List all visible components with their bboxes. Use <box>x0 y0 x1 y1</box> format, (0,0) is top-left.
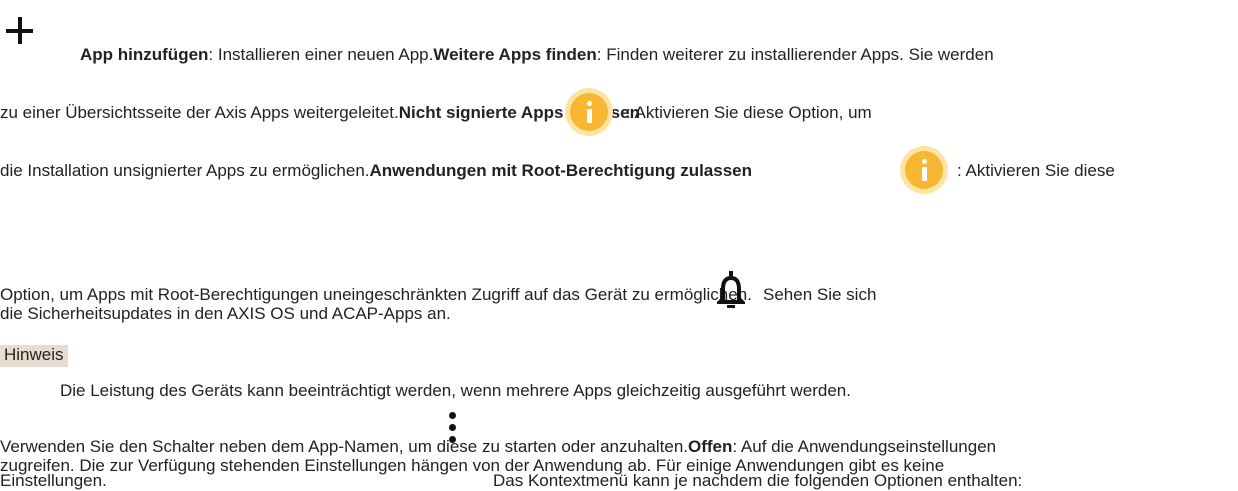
line-root-apps: die Installation unsignierter Apps zu er… <box>0 161 752 181</box>
root-apps-desc: : Aktivieren Sie diese <box>957 161 1115 180</box>
kebab-menu-icon <box>448 412 458 452</box>
context-menu-text: Das Kontextmenü kann je nachdem die folg… <box>493 471 1023 490</box>
find-apps-desc-cont: zu einer Übersichtsseite der Axis Apps w… <box>0 103 399 122</box>
open-desc-end: Einstellungen. <box>0 471 107 490</box>
security-updates-text: Sehen Sie sich <box>763 285 877 304</box>
line-toggle: Verwenden Sie den Schalter neben dem App… <box>0 437 996 457</box>
unsigned-apps-desc: : Aktivieren Sie diese Option, um <box>626 103 872 122</box>
find-apps-desc: : Finden weiterer zu installierender App… <box>596 45 994 64</box>
info-icon <box>570 93 608 131</box>
bell-icon <box>717 271 745 308</box>
add-app-desc: : Installieren einer neuen App. <box>208 45 434 64</box>
open-desc: : Auf die Anwendungseinstellungen <box>732 437 997 456</box>
plus-icon <box>5 16 35 46</box>
root-apps-label: Anwendungen mit Root-Berechtigung zulass… <box>369 161 753 180</box>
add-app-label: App hinzufügen <box>80 45 209 64</box>
kebab-dot <box>449 424 456 431</box>
kebab-dot <box>449 436 456 443</box>
root-apps-desc-cont: Option, um Apps mit Root-Berechtigungen … <box>0 285 752 304</box>
info-icon <box>905 151 943 189</box>
kebab-dot <box>449 412 456 419</box>
security-updates-text-cont: die Sicherheitsupdates in den AXIS OS un… <box>0 304 451 323</box>
note-text: Die Leistung des Geräts kann beeinträcht… <box>60 381 851 400</box>
unsigned-apps-desc-cont: die Installation unsignierter Apps zu er… <box>0 161 370 180</box>
line-add-app: App hinzufügen: Installieren einer neuen… <box>80 45 994 65</box>
note-label: Hinweis <box>0 345 68 367</box>
find-apps-label: Weitere Apps finden <box>433 45 597 64</box>
open-label: Offen <box>688 437 733 456</box>
line-unsigned-apps: zu einer Übersichtsseite der Axis Apps w… <box>0 103 640 123</box>
toggle-text: Verwenden Sie den Schalter neben dem App… <box>0 437 688 456</box>
